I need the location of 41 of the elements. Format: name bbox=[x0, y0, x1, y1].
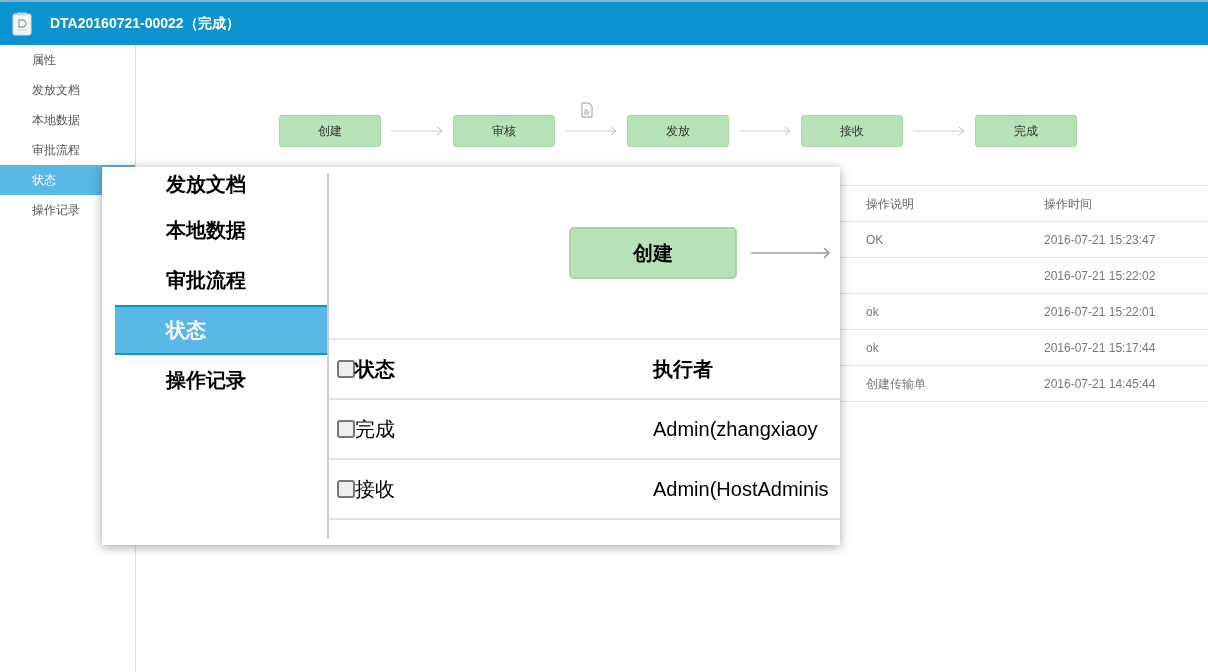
table-cell-text: Admin(HostAdminis bbox=[653, 477, 829, 502]
flow-step: 审核 bbox=[453, 115, 555, 147]
table-cell: 2016-07-21 15:17:44 bbox=[1044, 340, 1156, 355]
table-cell: ok bbox=[866, 340, 879, 355]
sidebar-item[interactable]: 审批流程 bbox=[0, 135, 135, 165]
flow-step: 接收 bbox=[801, 115, 903, 147]
nav-item[interactable]: 本地数据 bbox=[115, 205, 327, 255]
sidebar-item[interactable]: 本地数据 bbox=[0, 105, 135, 135]
arrow-icon bbox=[751, 245, 831, 260]
table-cell-text: 完成 bbox=[355, 417, 396, 442]
arrow-icon bbox=[739, 126, 791, 136]
arrow-icon bbox=[565, 126, 617, 136]
table-cell-text: 接收 bbox=[355, 477, 396, 502]
arrow-icon bbox=[391, 126, 443, 136]
document-icon bbox=[12, 11, 32, 36]
flow-step: 发放 bbox=[627, 115, 729, 147]
table-cell: 2016-07-21 15:22:02 bbox=[1044, 268, 1156, 283]
flow-step: 完成 bbox=[975, 115, 1077, 147]
checkbox[interactable] bbox=[337, 480, 355, 498]
column-header: 操作说明 bbox=[866, 196, 914, 211]
sidebar-item[interactable]: 属性 bbox=[0, 45, 135, 75]
column-header: 状态 bbox=[355, 357, 396, 382]
table-cell-text: Admin(zhangxiaoy bbox=[653, 417, 818, 442]
window-title: DTA20160721-00022（完成） bbox=[50, 14, 240, 33]
table-cell: 创建传输单 bbox=[866, 376, 926, 391]
sidebar-item[interactable]: 发放文档 bbox=[0, 75, 135, 105]
document-icon bbox=[581, 102, 593, 118]
table-cell: OK bbox=[866, 232, 884, 247]
column-header: 执行者 bbox=[653, 357, 713, 382]
flow-step: 创建 bbox=[279, 115, 381, 147]
flow-step: 创建 bbox=[569, 226, 737, 279]
nav-item[interactable]: 审批流程 bbox=[115, 255, 327, 305]
nav-item[interactable]: 操作记录 bbox=[115, 355, 327, 405]
column-header: 操作时间 bbox=[1044, 196, 1092, 211]
table-cell: 2016-07-21 15:22:01 bbox=[1044, 304, 1156, 319]
arrow-icon bbox=[913, 126, 965, 136]
table-cell: 2016-07-21 14:45:44 bbox=[1044, 376, 1156, 391]
table-cell: ok bbox=[866, 304, 879, 319]
checkbox[interactable] bbox=[337, 420, 355, 438]
table-cell: 2016-07-21 15:23:47 bbox=[1044, 232, 1156, 247]
checkbox[interactable] bbox=[337, 360, 355, 378]
